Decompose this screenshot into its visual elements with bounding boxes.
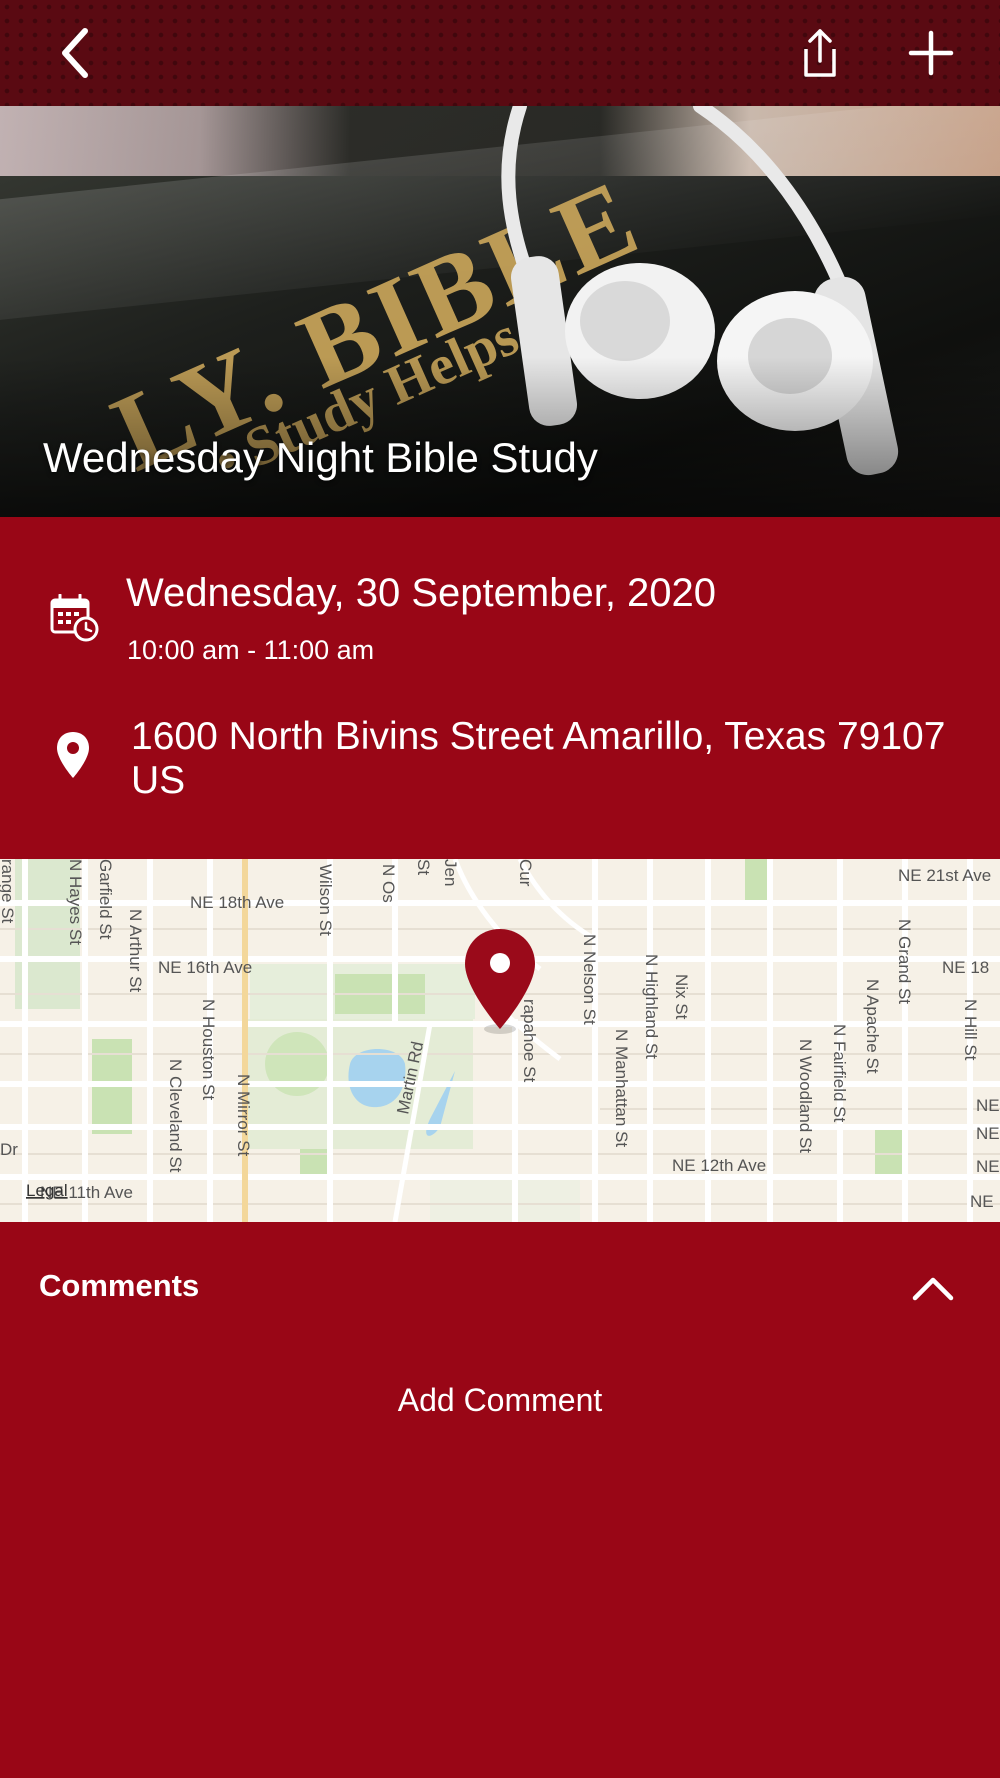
calendar-clock-icon bbox=[50, 594, 99, 642]
map-label-n-apache: N Apache St bbox=[863, 979, 882, 1074]
map-label-garfield: Garfield St bbox=[96, 859, 115, 940]
map-label-nix: Nix St bbox=[672, 974, 691, 1020]
event-map[interactable]: NE 21st Ave NE 18th Ave NE 16th Ave NE 1… bbox=[0, 859, 1000, 1222]
map-label-ne-16th: NE 16th Ave bbox=[158, 958, 252, 977]
map-label-jen: Jen bbox=[441, 859, 460, 886]
add-comment-button[interactable]: Add Comment bbox=[0, 1382, 1000, 1419]
map-label-wilson: Wilson St bbox=[316, 864, 335, 936]
map-label-n-grand: N Grand St bbox=[895, 919, 914, 1004]
event-time: 10:00 am - 11:00 am bbox=[127, 635, 375, 665]
map-label-n-fairfield: N Fairfield St bbox=[830, 1024, 849, 1123]
map-label-n-manhattan: N Manhattan St bbox=[612, 1029, 631, 1147]
chevron-left-icon bbox=[62, 28, 88, 78]
map-label-n-highland: N Highland St bbox=[642, 954, 661, 1059]
map-label-ne-21st: NE 21st Ave bbox=[898, 866, 991, 885]
map-label-n-hayes: N Hayes St bbox=[66, 859, 85, 945]
map-label-ne-d: NE bbox=[970, 1192, 994, 1211]
map-label-ne-c: NE bbox=[976, 1157, 1000, 1176]
map-label-ne-18th: NE 18th Ave bbox=[190, 893, 284, 912]
top-bar bbox=[0, 0, 1000, 106]
map-label-ne-18: NE 18 bbox=[942, 958, 989, 977]
share-button[interactable] bbox=[785, 18, 855, 88]
map-label-n-arthur: N Arthur St bbox=[126, 909, 145, 992]
map-label-n-mirror: N Mirror St bbox=[234, 1074, 253, 1156]
comments-title: Comments bbox=[39, 1268, 200, 1303]
map-label-cur: Cur bbox=[516, 859, 535, 887]
map-label-arapahoe: rapahoe St bbox=[520, 999, 539, 1082]
map-label-n-hill: N Hill St bbox=[961, 999, 980, 1061]
back-button[interactable] bbox=[40, 18, 110, 88]
map-label-st: St bbox=[414, 859, 433, 875]
map-label-n-cleveland: N Cleveland St bbox=[166, 1059, 185, 1173]
event-date: Wednesday, 30 September, 2020 bbox=[126, 571, 717, 615]
add-button[interactable] bbox=[896, 18, 966, 88]
map-label-ne-a: NE bbox=[976, 1096, 1000, 1115]
map-label-ne-12th: NE 12th Ave bbox=[672, 1156, 766, 1175]
map-label-ne-b: NE bbox=[976, 1124, 1000, 1143]
event-title: Wednesday Night Bible Study bbox=[43, 434, 598, 481]
map-label-dr: Dr bbox=[0, 1140, 18, 1159]
plus-icon bbox=[908, 30, 954, 76]
map-label-n-os: N Os bbox=[379, 864, 398, 903]
map-label-n-woodland: N Woodland St bbox=[796, 1039, 815, 1153]
map-canvas: NE 21st Ave NE 18th Ave NE 16th Ave NE 1… bbox=[0, 859, 1000, 1222]
map-label-n-nelson: N Nelson St bbox=[580, 934, 599, 1025]
map-label-range: range St bbox=[0, 859, 17, 924]
chevron-up-icon[interactable] bbox=[905, 1268, 961, 1308]
map-legal-link[interactable]: Legal bbox=[26, 1181, 68, 1200]
event-address[interactable]: 1600 North Bivins Street Amarillo, Texas… bbox=[131, 715, 951, 803]
map-label-n-houston: N Houston St bbox=[199, 999, 218, 1100]
location-pin-icon bbox=[57, 732, 89, 778]
share-icon bbox=[804, 29, 836, 77]
